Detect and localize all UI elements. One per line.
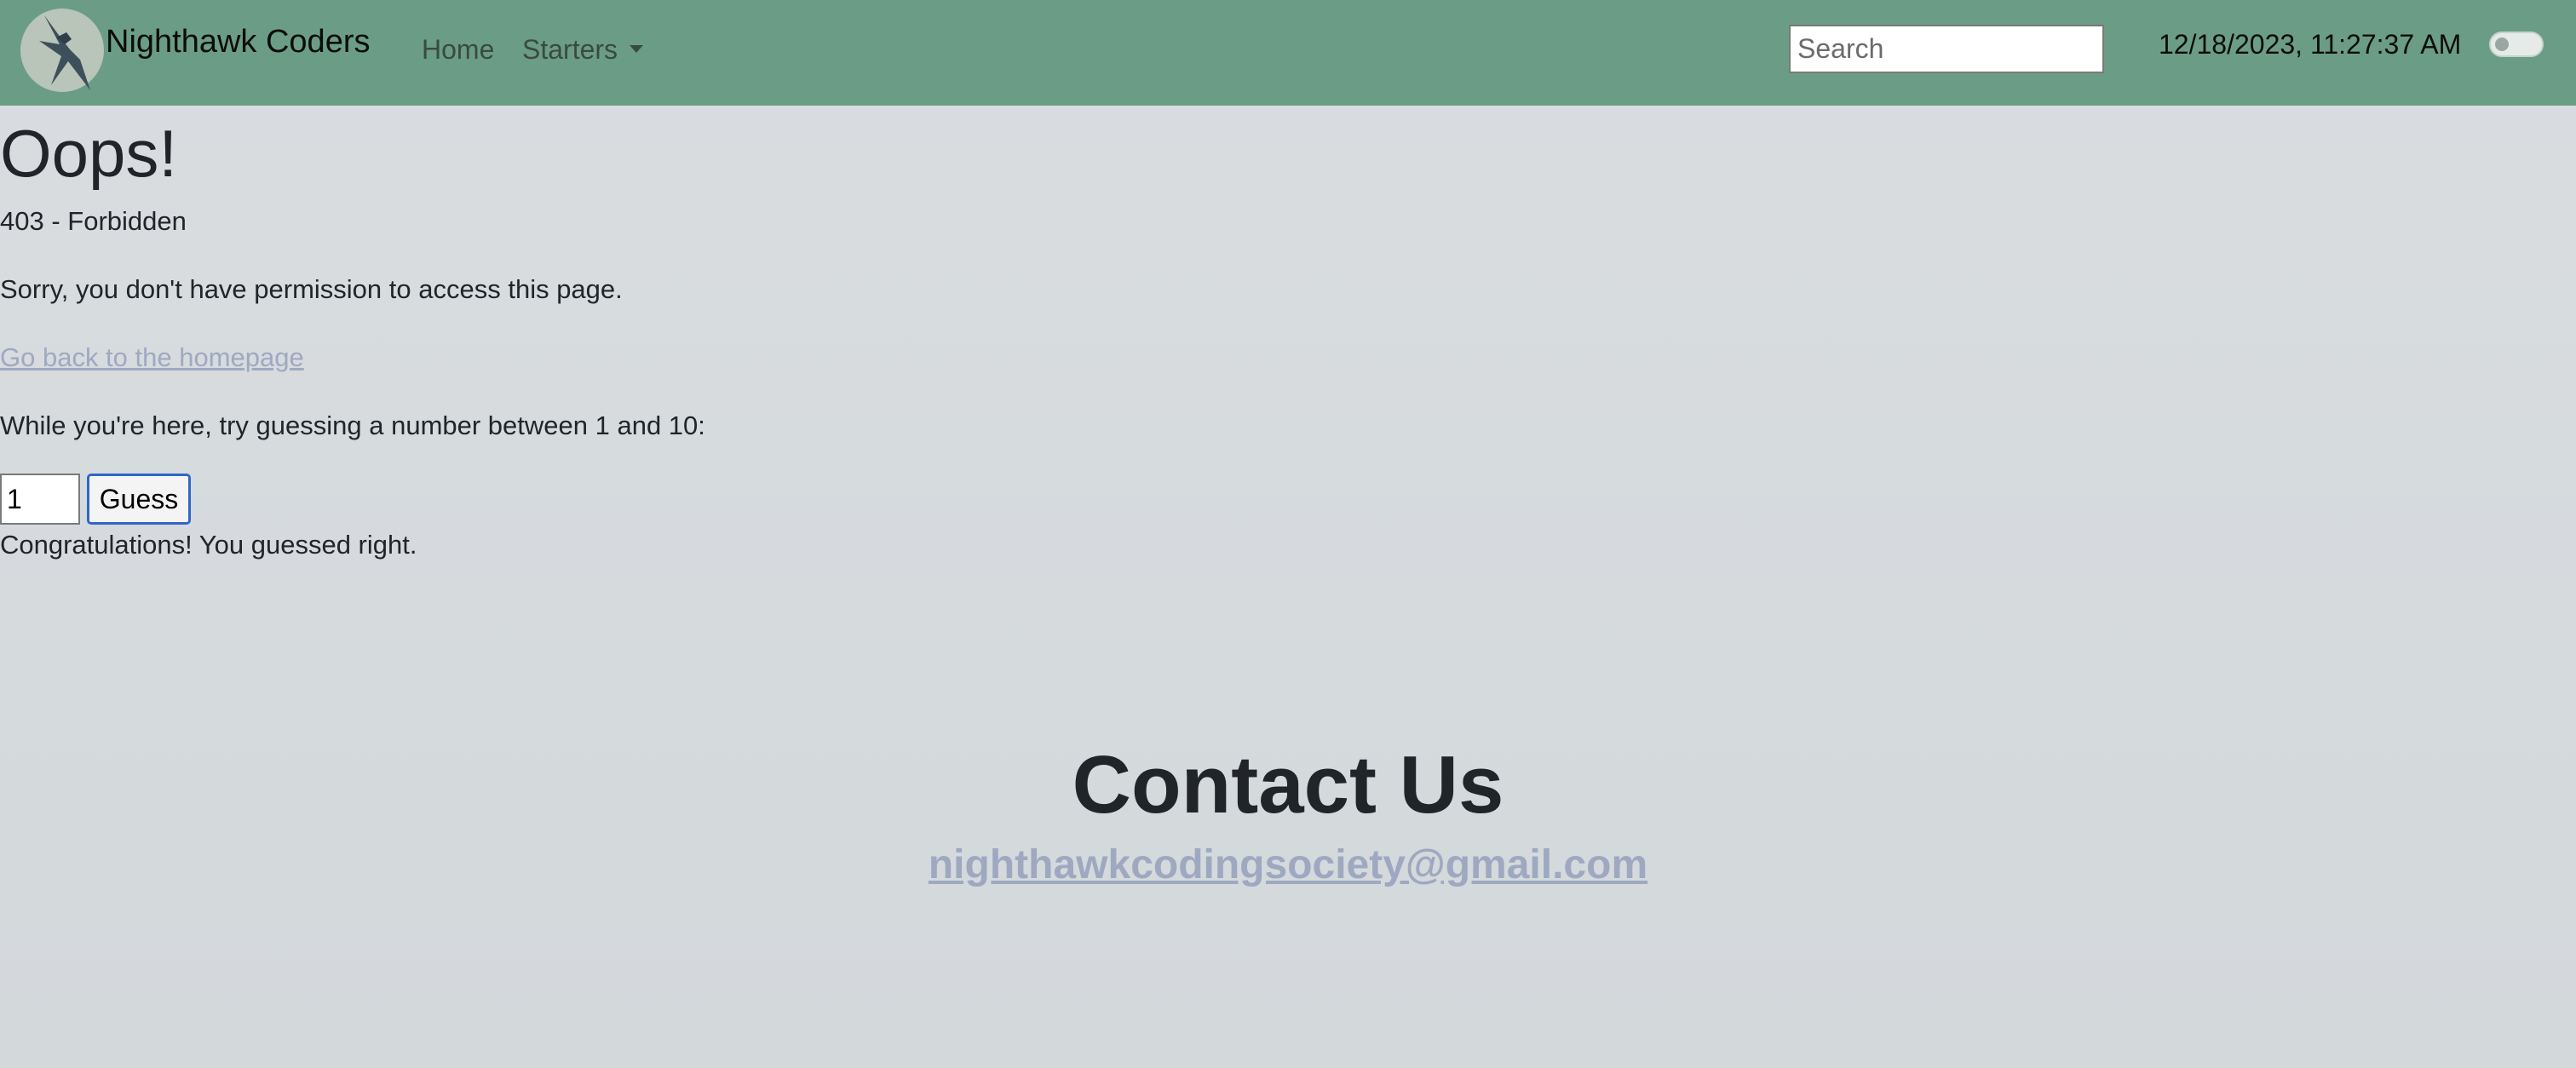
nav-link-home[interactable]: Home xyxy=(422,32,494,66)
theme-toggle[interactable] xyxy=(2489,32,2544,57)
page-title: Oops! xyxy=(0,116,178,191)
error-code: 403 - Forbidden xyxy=(0,206,187,236)
toggle-knob xyxy=(2495,37,2509,51)
search-input[interactable] xyxy=(1789,25,2104,73)
nighthawk-logo-icon[interactable] xyxy=(19,7,106,94)
contact-email-link[interactable]: nighthawkcodingsociety@gmail.com xyxy=(0,840,2576,891)
guess-button[interactable]: Guess xyxy=(87,474,191,525)
guess-number-input[interactable] xyxy=(0,474,80,525)
guess-result: Congratulations! You guessed right. xyxy=(0,530,417,560)
error-message: Sorry, you don't have permission to acce… xyxy=(0,274,623,304)
caret-down-icon xyxy=(630,45,644,54)
nav-dropdown-starters[interactable]: Starters xyxy=(522,32,644,66)
nav-dropdown-starters-label: Starters xyxy=(522,34,618,65)
back-home-link[interactable]: Go back to the homepage xyxy=(0,341,304,375)
clock-display: 12/18/2023, 11:27:37 AM xyxy=(2159,29,2462,60)
brand-name[interactable]: Nighthawk Coders xyxy=(106,22,370,61)
navbar: Nighthawk Coders Home Starters 12/18/202… xyxy=(0,0,2576,106)
guess-prompt: While you're here, try guessing a number… xyxy=(0,411,705,440)
contact-title: Contact Us xyxy=(1072,739,1504,830)
nav-link-home-label: Home xyxy=(422,34,495,65)
